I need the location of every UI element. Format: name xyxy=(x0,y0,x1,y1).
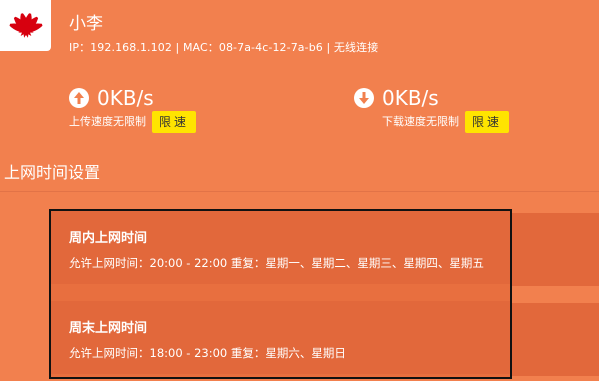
huawei-logo xyxy=(0,0,51,51)
schedule-item-weekday[interactable]: 周内上网时间 允许上网时间：20:00 - 22:00 重复：星期一、星期二、星… xyxy=(51,211,510,284)
download-speed-caption: 下载速度无限制 xyxy=(382,115,459,128)
section-title: 上网时间设置 xyxy=(4,163,101,182)
device-name: 小李 xyxy=(69,14,103,34)
schedule-row-extension xyxy=(510,303,599,376)
schedule-title: 周末上网时间 xyxy=(69,321,148,336)
schedule-detail: 允许上网时间：20:00 - 22:00 重复：星期一、星期二、星期三、星期四、… xyxy=(69,256,484,270)
schedule-item-weekend[interactable]: 周末上网时间 允许上网时间：18:00 - 23:00 重复：星期六、星期日 xyxy=(51,301,510,374)
upload-speed-panel: 0KB/s 上传速度无限制 限速 xyxy=(69,86,197,133)
schedule-detail: 允许上网时间：18:00 - 23:00 重复：星期六、星期日 xyxy=(69,346,346,360)
download-limit-button[interactable]: 限速 xyxy=(465,111,510,133)
device-info: IP：192.168.1.102 | MAC：08-7a-4c-12-7a-b6… xyxy=(69,41,379,54)
section-divider xyxy=(0,191,599,192)
download-speed-panel: 0KB/s 下载速度无限制 限速 xyxy=(354,86,510,133)
upload-limit-button[interactable]: 限速 xyxy=(152,111,197,133)
arrow-up-circle-icon xyxy=(69,88,89,108)
schedule-list: 周内上网时间 允许上网时间：20:00 - 22:00 重复：星期一、星期二、星… xyxy=(49,209,512,379)
upload-speed-value: 0KB/s xyxy=(97,86,154,110)
schedule-title: 周内上网时间 xyxy=(69,231,148,246)
huawei-logo-icon xyxy=(9,12,42,38)
upload-speed-caption: 上传速度无限制 xyxy=(69,115,146,128)
arrow-down-circle-icon xyxy=(354,88,374,108)
schedule-row-extension xyxy=(510,213,599,286)
download-speed-value: 0KB/s xyxy=(382,86,439,110)
